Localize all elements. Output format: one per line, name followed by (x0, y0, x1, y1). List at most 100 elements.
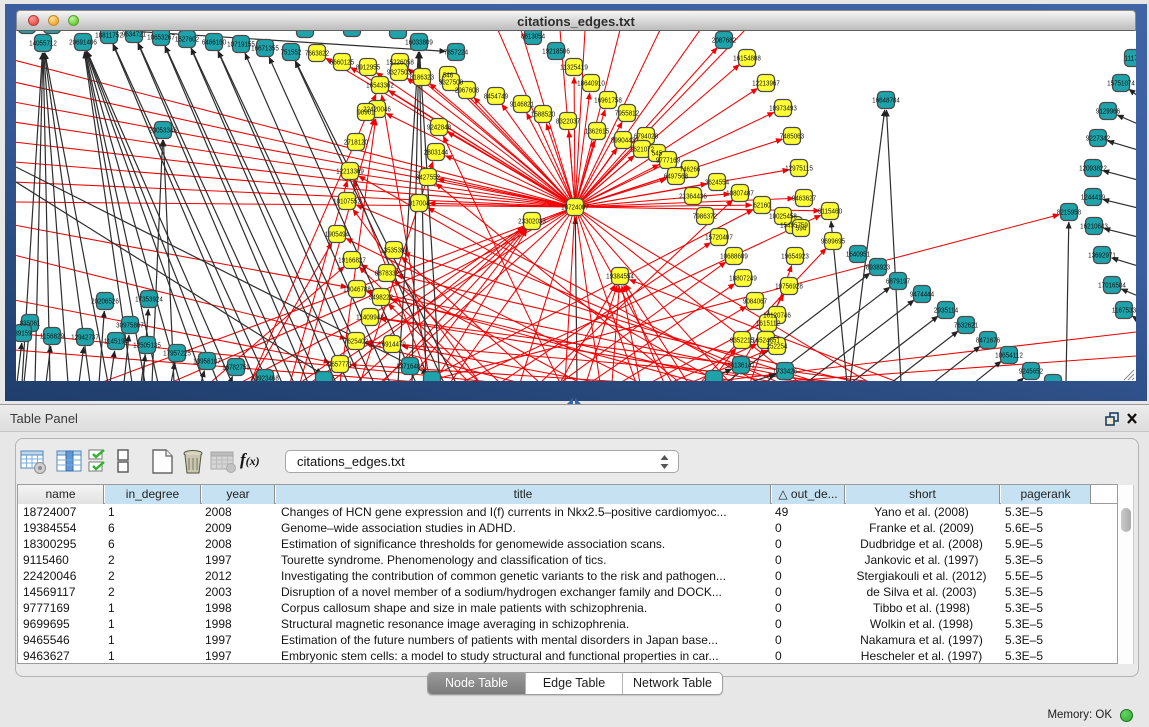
svg-text:835061: 835061 (20, 319, 41, 328)
svg-text:17957225: 17957225 (163, 349, 191, 358)
svg-text:39159: 39159 (16, 329, 32, 338)
svg-text:8990443: 8990443 (611, 136, 635, 145)
svg-text:15751074: 15751074 (1107, 79, 1135, 88)
svg-text:19384554: 19384554 (606, 272, 634, 281)
svg-text:10107552: 10107552 (333, 197, 361, 206)
svg-text:1527602: 1527602 (175, 35, 199, 44)
svg-text:9463627: 9463627 (792, 194, 816, 203)
svg-text:10756928: 10756928 (775, 282, 803, 291)
svg-text:16543362: 16543362 (366, 81, 394, 90)
svg-text:21364436: 21364436 (679, 192, 707, 201)
svg-text:9129966: 9129966 (1096, 107, 1120, 116)
svg-text:9242848: 9242848 (427, 123, 451, 132)
svg-text:1621072: 1621072 (630, 145, 654, 154)
svg-text:11172: 11172 (1124, 54, 1136, 63)
svg-text:8322037: 8322037 (556, 117, 580, 126)
svg-text:1145194: 1145194 (104, 337, 128, 346)
svg-text:19166827: 19166827 (338, 256, 366, 265)
svg-text:16154808: 16154808 (733, 54, 761, 63)
svg-text:17353924: 17353924 (135, 295, 163, 304)
svg-text:98901: 98901 (357, 108, 374, 117)
svg-text:9227342: 9227342 (1086, 134, 1110, 143)
svg-text:1156829: 1156829 (40, 332, 64, 341)
svg-text:8878332: 8878332 (375, 269, 399, 278)
svg-text:1640951: 1640951 (846, 250, 870, 259)
svg-text:23302033: 23302033 (518, 217, 546, 226)
svg-text:10958107: 10958107 (193, 357, 221, 366)
svg-text:8660125: 8660125 (330, 58, 354, 67)
svg-text:1362615: 1362615 (585, 127, 609, 136)
svg-text:9245652: 9245652 (1019, 367, 1043, 376)
svg-text:2718120: 2718120 (344, 138, 368, 147)
svg-text:1733426: 1733426 (773, 367, 797, 376)
svg-text:18811752: 18811752 (95, 31, 123, 40)
svg-text:16033809: 16033809 (405, 38, 433, 47)
svg-text:13716485: 13716485 (396, 362, 424, 371)
svg-text:8427552: 8427552 (416, 173, 440, 182)
svg-text:1167533: 1167533 (1112, 306, 1136, 315)
svg-text:7485063: 7485063 (780, 132, 804, 141)
svg-text:20691406: 20691406 (69, 38, 97, 47)
svg-text:6497568: 6497568 (664, 172, 688, 181)
svg-text:30975867: 30975867 (116, 321, 144, 330)
svg-text:18724007: 18724007 (561, 203, 589, 212)
svg-text:13692971: 13692971 (1088, 251, 1116, 260)
svg-text:10973493: 10973493 (769, 104, 797, 113)
svg-text:9657771: 9657771 (328, 360, 352, 369)
svg-text:16210643: 16210643 (1080, 222, 1108, 231)
svg-text:2935114: 2935114 (934, 306, 958, 315)
svg-text:12975115: 12975115 (785, 164, 813, 173)
svg-text:12505135: 12505135 (133, 341, 161, 350)
svg-text:12942737: 12942737 (71, 333, 99, 342)
svg-text:9352215: 9352215 (730, 336, 754, 345)
svg-text:9084067: 9084067 (743, 297, 767, 306)
svg-text:594: 594 (796, 224, 806, 233)
svg-text:12213369: 12213369 (336, 167, 364, 176)
svg-text:7663822: 7663822 (305, 49, 329, 58)
svg-text:10807487: 10807487 (726, 189, 754, 198)
svg-text:1905494: 1905494 (325, 230, 349, 239)
svg-text:6466160: 6466160 (202, 38, 226, 47)
svg-text:7632621: 7632621 (954, 321, 978, 330)
svg-text:16914479: 16914479 (378, 340, 406, 349)
svg-text:7955812: 7955812 (615, 109, 639, 118)
svg-text:12213967: 12213967 (752, 79, 780, 88)
svg-text:16671355: 16671355 (251, 44, 279, 53)
svg-text:1615112: 1615112 (756, 319, 780, 328)
svg-text:16648784: 16648784 (872, 96, 900, 105)
svg-text:6794028: 6794028 (634, 132, 658, 141)
svg-text:9115460: 9115460 (818, 207, 842, 216)
svg-text:14055712: 14055712 (29, 39, 57, 48)
svg-text:917004: 917004 (409, 199, 430, 208)
svg-text:11325419: 11325419 (560, 63, 588, 72)
svg-text:15720407: 15720407 (705, 233, 733, 242)
svg-text:9777169: 9777169 (656, 156, 680, 165)
svg-text:19218506: 19218506 (542, 47, 570, 56)
svg-text:8186323: 8186323 (410, 73, 434, 82)
svg-text:17016504: 17016504 (1098, 281, 1126, 290)
svg-text:20206526: 20206526 (91, 297, 119, 306)
svg-text:8471676: 8471676 (976, 336, 1000, 345)
svg-text:252254: 252254 (767, 342, 788, 351)
svg-text:19654923: 19654923 (781, 252, 809, 261)
svg-text:10046788: 10046788 (343, 285, 371, 294)
svg-text:9699695: 9699695 (821, 237, 845, 246)
svg-text:2967608: 2967608 (455, 86, 479, 95)
svg-text:3498222: 3498222 (369, 293, 393, 302)
svg-text:8813054: 8813054 (521, 32, 545, 41)
svg-text:7857224: 7857224 (444, 48, 468, 57)
svg-text:8938923: 8938923 (866, 263, 890, 272)
svg-text:13535394: 13535394 (380, 246, 408, 255)
svg-text:14136141: 14136141 (727, 361, 755, 370)
svg-text:9146821: 9146821 (510, 100, 534, 109)
svg-text:10923468: 10923468 (251, 374, 279, 381)
svg-text:18640910: 18640910 (577, 79, 605, 88)
svg-text:1588520: 1588520 (531, 110, 555, 119)
svg-text:10654112: 10654112 (995, 351, 1023, 360)
svg-text:8912955: 8912955 (356, 63, 380, 72)
svg-text:62160: 62160 (753, 201, 770, 210)
svg-text:7986372: 7986372 (693, 212, 717, 221)
svg-text:12093822: 12093822 (1079, 164, 1107, 173)
svg-text:11409948: 11409948 (356, 313, 384, 322)
svg-text:3624554: 3624554 (705, 178, 729, 187)
